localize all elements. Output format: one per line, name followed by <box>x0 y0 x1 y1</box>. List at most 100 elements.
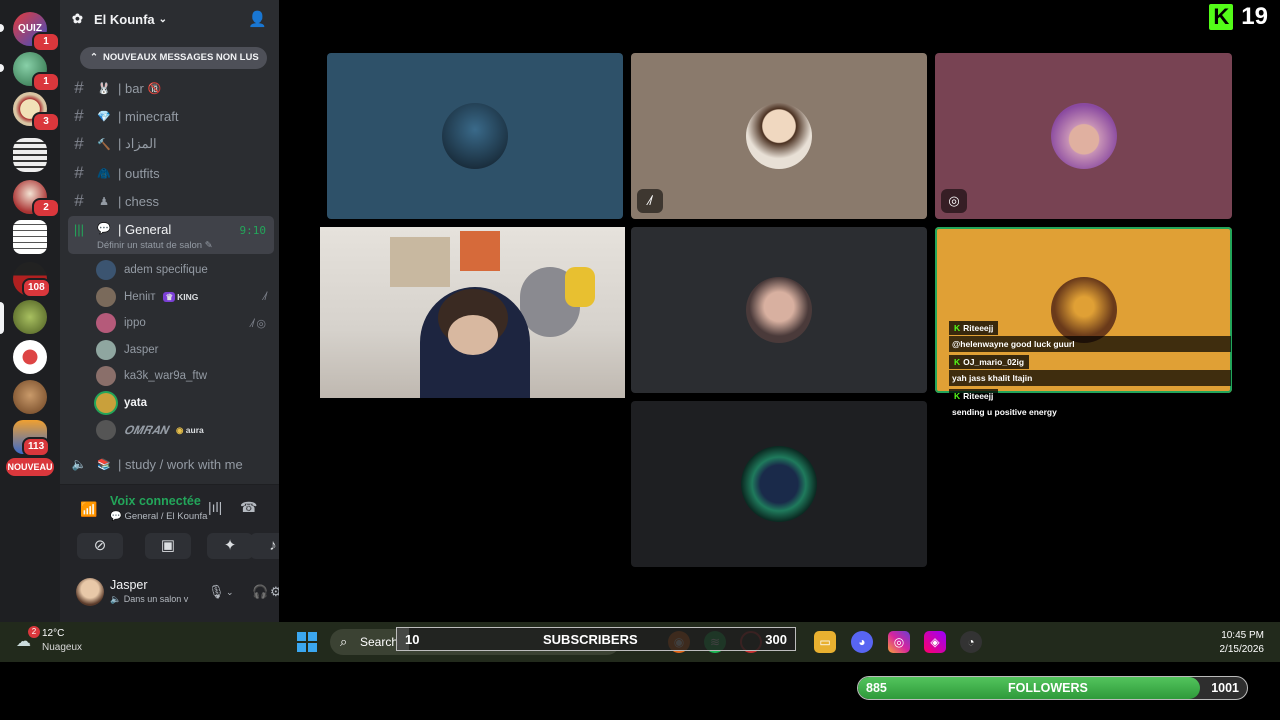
stream-chat-message: K OJ_mario_02ig yah jass khalit ltajin <box>949 355 1231 386</box>
channel-mazad[interactable]: # 🔨 | المزاد <box>68 131 274 157</box>
server-icon[interactable] <box>13 300 47 334</box>
chevron-up-icon: ⌃ <box>90 52 98 63</box>
video-tile[interactable]: ⁄̸ <box>631 53 927 219</box>
video-tile[interactable]: ◎ <box>935 53 1232 219</box>
activities-button[interactable]: ✦ <box>207 533 253 559</box>
poster <box>460 231 500 271</box>
server-icon[interactable] <box>13 380 47 414</box>
streamer-face <box>448 315 498 355</box>
video-tile[interactable] <box>327 53 623 219</box>
discord-icon[interactable]: ◕ <box>851 631 873 653</box>
server-badge: 3 <box>32 112 60 132</box>
app-icon[interactable]: ◈ <box>924 631 946 653</box>
avatar <box>96 393 116 413</box>
voice-member[interactable]: ka3k_war9a_ftw <box>96 364 274 388</box>
voice-member-speaking[interactable]: yata <box>96 391 274 415</box>
kick-viewer-count: 19 <box>1241 3 1268 30</box>
avatar <box>96 366 116 386</box>
channel-emoji: 🔨 <box>97 138 111 151</box>
username[interactable]: Jasper <box>110 578 148 592</box>
invite-user-icon[interactable]: 👤 <box>248 10 267 28</box>
server-badge: 2 <box>32 198 60 218</box>
channel-sidebar: ✿ El Kounfa ⌄ 👤 ⌃ NOUVEAUX MESSAGES NON L… <box>60 0 296 622</box>
screen: QUIZ 1 1 3 2 108 113 NOUVEAU ✿ El Kounfa… <box>0 0 1280 720</box>
server-rail: QUIZ 1 1 3 2 108 113 NOUVEAU <box>0 0 60 622</box>
kick-badge: K 19 <box>1209 3 1268 31</box>
server-boost-icon: ✿ <box>72 11 83 26</box>
unread-messages-banner[interactable]: ⌃ NOUVEAUX MESSAGES NON LUS <box>80 47 267 69</box>
channel-outfits[interactable]: # 🧥 | outfits <box>68 160 274 186</box>
windows-start-icon[interactable] <box>297 632 317 652</box>
voice-member[interactable]: 𝑶𝑴𝑹𝑨𝑵 ◉ aura <box>96 418 274 442</box>
kick-logo-icon: K <box>1209 4 1234 30</box>
server-icon[interactable] <box>13 340 47 374</box>
server-header[interactable]: ✿ El Kounfa ⌄ 👤 <box>60 0 279 38</box>
search-icon: ⌕ <box>340 634 348 649</box>
minion-plush <box>565 267 595 307</box>
microphone-icon[interactable]: 🎙 <box>208 584 225 600</box>
disconnect-icon[interactable]: ☎ <box>240 499 257 516</box>
hash-icon: # <box>74 134 84 153</box>
noise-suppression-icon[interactable]: |ıl| <box>208 499 222 515</box>
weather-badge: 2 <box>28 626 40 638</box>
file-explorer-icon[interactable]: ▭ <box>814 631 836 653</box>
nsfw-icon: 🔞 <box>147 82 162 95</box>
server-icon[interactable] <box>13 138 47 172</box>
chevron-down-icon[interactable]: ⌄ <box>226 587 234 598</box>
channel-minecraft[interactable]: # 💎 | minecraft <box>68 103 274 129</box>
system-clock[interactable]: 10:45 PM 2/15/2026 <box>1220 629 1265 657</box>
video-tile[interactable] <box>631 401 927 567</box>
instagram-icon[interactable]: ◎ <box>888 631 910 653</box>
server-badge: 113 <box>22 437 51 457</box>
channel-label: | المزاد <box>118 136 157 151</box>
new-servers-badge[interactable]: NOUVEAU <box>6 458 54 476</box>
headphones-icon[interactable]: 🎧 <box>252 584 268 600</box>
voice-member[interactable]: Heniιт ♛ KING ⁄̸ <box>96 285 274 309</box>
participant-avatar <box>741 446 817 522</box>
voice-channel-study[interactable]: 🔈 📚 | study / work with me <box>68 451 274 477</box>
camera-off-button[interactable]: ⊘ <box>77 533 123 559</box>
avatar[interactable] <box>76 578 104 606</box>
webcam-tile[interactable] <box>320 227 625 398</box>
voice-connection-panel: 📶 Voix connectée 💬 General / El Kounfa |… <box>60 484 296 570</box>
user-panel: Jasper 🔈 Dans un salon v 🎙 ⌄ 🎧 ⌄ ⚙ <box>60 570 282 622</box>
signal-icon[interactable]: 📶 <box>80 501 97 518</box>
voice-member[interactable]: Jasper <box>96 338 274 362</box>
selected-server-indicator <box>0 302 4 334</box>
muted-icon: ⁄̸ <box>264 291 266 303</box>
hash-icon: # <box>74 78 84 97</box>
obs-icon[interactable]: ◔ <box>960 631 982 653</box>
role-tag: ♛ KING <box>163 291 199 302</box>
deafened-icon: ◎ <box>941 189 967 213</box>
channel-bar[interactable]: # 🐰 | bar 🔞 <box>68 75 274 101</box>
avatar <box>96 287 116 307</box>
server-icon[interactable] <box>13 220 47 254</box>
screen-share-button[interactable]: ▣ <box>145 533 191 559</box>
server-badge: 1 <box>32 72 60 92</box>
voice-member[interactable]: adem specifique <box>96 258 274 282</box>
channel-chess[interactable]: # ♟ | chess <box>68 188 274 214</box>
channel-status-hint[interactable]: Définir un statut de salon ✎ <box>97 240 213 251</box>
channel-emoji: 🐰 <box>97 82 111 95</box>
poster <box>390 237 450 287</box>
participant-avatar <box>746 103 812 169</box>
avatar <box>96 340 116 360</box>
speaker-icon: 🔈 <box>110 594 122 604</box>
voice-status: Voix connectée <box>110 494 201 508</box>
voice-location[interactable]: 💬 General / El Kounfa <box>110 511 207 522</box>
channel-emoji: ♟ <box>99 195 109 208</box>
muted-deafened-icon: ⁄̸ ◎ <box>251 317 267 330</box>
voice-channel-general[interactable]: ||| 💬 | General 9:10 Définir un statut d… <box>68 216 274 254</box>
avatar <box>96 260 116 280</box>
voice-member[interactable]: ippo ⁄̸ ◎ <box>96 311 274 335</box>
channel-label: | minecraft <box>118 108 179 124</box>
speaker-icon: 🔈 <box>71 457 87 471</box>
video-tile[interactable] <box>631 227 927 393</box>
followers-goal-bar: 885 FOLLOWERS 1001 <box>857 676 1248 700</box>
role-tag: ◉ aura <box>175 424 204 435</box>
voice-timer: 9:10 <box>239 224 267 237</box>
channel-label: | study / work with me <box>118 456 243 472</box>
hash-icon: # <box>74 191 84 210</box>
channel-emoji: 📚 <box>97 458 111 471</box>
server-badge: 1 <box>32 32 60 52</box>
